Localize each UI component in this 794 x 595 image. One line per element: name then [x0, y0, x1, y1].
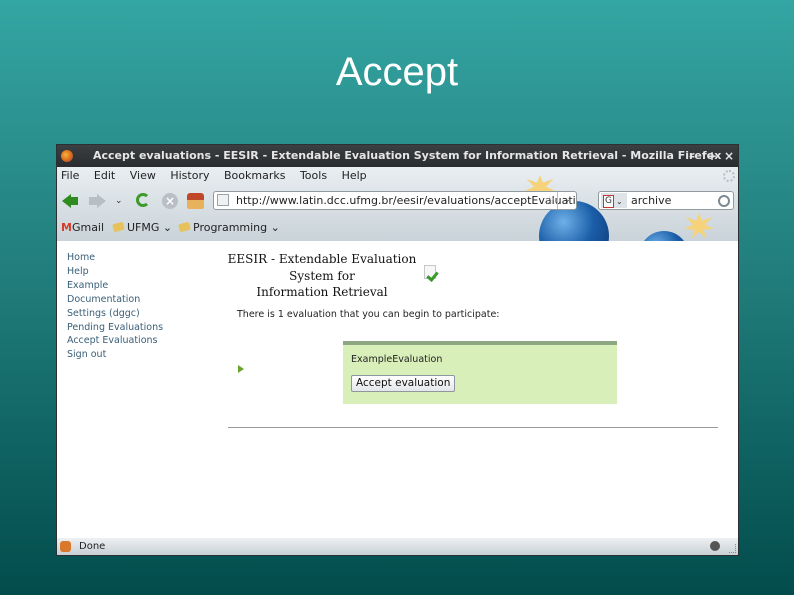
browser-chrome: File Edit View History Bookmarks Tools H…	[57, 167, 738, 241]
bookmark-star-icon[interactable]: ☆	[544, 192, 555, 209]
window-title: Accept evaluations - EESIR - Extendable …	[93, 149, 722, 162]
slide-title: Accept	[335, 50, 459, 94]
firefox-icon	[61, 150, 73, 162]
minimize-button[interactable]: –	[689, 145, 695, 167]
bookmark-folder-programming[interactable]: Programming ⌄	[178, 221, 280, 234]
status-bar: Done	[57, 538, 738, 555]
reload-icon	[136, 193, 150, 207]
gmail-icon: M	[61, 221, 72, 234]
resize-grip-icon[interactable]	[729, 544, 736, 553]
home-icon	[187, 193, 204, 209]
google-icon: G	[603, 195, 614, 208]
menu-bookmarks[interactable]: Bookmarks	[224, 169, 285, 182]
forward-arrow-icon	[97, 194, 106, 208]
firefox-globe-decoration-2	[639, 231, 689, 241]
page-content: Home Help Example Documentation Settings…	[57, 241, 738, 538]
nav-settings[interactable]: Settings (dggc)	[67, 307, 163, 321]
window-titlebar: Accept evaluations - EESIR - Extendable …	[57, 145, 738, 167]
home-button[interactable]	[187, 192, 205, 210]
nav-sign-out[interactable]: Sign out	[67, 348, 163, 362]
nav-pending-evaluations[interactable]: Pending Evaluations	[67, 321, 163, 335]
menu-file[interactable]: File	[61, 169, 79, 182]
url-input[interactable]: http://www.latin.dcc.ufmg.br/eesir/evalu…	[236, 192, 576, 209]
search-input[interactable]: archive	[631, 192, 671, 209]
document-check-icon	[424, 265, 436, 279]
folder-icon	[178, 221, 191, 233]
close-button[interactable]: ×	[724, 145, 734, 167]
bug-icon[interactable]	[710, 541, 720, 551]
side-navigation: Home Help Example Documentation Settings…	[67, 251, 163, 362]
search-bar[interactable]: G ⌄ archive	[598, 191, 734, 210]
navigation-toolbar: ⌄ × http://www.latin.dcc.ufmg.br/eesir/e…	[57, 189, 738, 213]
nav-example[interactable]: Example	[67, 279, 163, 293]
nav-help[interactable]: Help	[67, 265, 163, 279]
bookmark-label: Programming ⌄	[193, 221, 280, 234]
app-title-line: System for	[289, 268, 355, 283]
accept-evaluation-button[interactable]: Accept evaluation	[351, 375, 456, 392]
folder-icon	[112, 221, 125, 233]
reload-button[interactable]	[135, 192, 153, 210]
arrow-right-icon	[238, 365, 244, 373]
url-bar[interactable]: http://www.latin.dcc.ufmg.br/eesir/evalu…	[213, 191, 577, 210]
back-arrow-tail	[70, 197, 78, 205]
evaluation-card: ExampleEvaluation Accept evaluation	[343, 341, 617, 404]
menu-help[interactable]: Help	[342, 169, 367, 182]
nav-home[interactable]: Home	[67, 251, 163, 265]
menu-tools[interactable]: Tools	[300, 169, 327, 182]
app-title-line: Information Retrieval	[256, 285, 388, 299]
url-dropdown-button[interactable]: ⌄	[557, 192, 576, 209]
bookmark-label: UFMG ⌄	[127, 221, 173, 234]
forward-arrow-tail	[89, 197, 97, 205]
chevron-down-icon: ⌄	[616, 197, 623, 206]
divider	[228, 427, 718, 428]
stop-icon: ×	[162, 193, 178, 209]
app-title-line: EESIR - Extendable Evaluation	[227, 252, 417, 266]
evaluation-name: ExampleEvaluation	[351, 354, 443, 365]
nav-documentation[interactable]: Documentation	[67, 293, 163, 307]
stop-button[interactable]: ×	[161, 192, 179, 210]
throbber-icon	[723, 170, 735, 182]
status-text: Done	[79, 541, 106, 552]
bookmark-gmail[interactable]: MGmail	[61, 221, 104, 234]
nav-accept-evaluations[interactable]: Accept Evaluations	[67, 334, 163, 348]
bookmark-label: Gmail	[71, 221, 105, 234]
app-title: EESIR - Extendable Evaluation System for…	[227, 251, 417, 301]
menu-history[interactable]: History	[170, 169, 209, 182]
search-icon[interactable]	[718, 195, 730, 207]
intro-text: There is 1 evaluation that you can begin…	[237, 309, 500, 320]
menu-edit[interactable]: Edit	[94, 169, 115, 182]
browser-window: Accept evaluations - EESIR - Extendable …	[57, 145, 738, 555]
menubar: File Edit View History Bookmarks Tools H…	[61, 169, 378, 187]
burst-decoration-2	[684, 213, 714, 239]
bookmark-folder-ufmg[interactable]: UFMG ⌄	[112, 221, 173, 234]
history-dropdown[interactable]: ⌄	[115, 192, 133, 210]
forward-button[interactable]	[88, 192, 106, 210]
firebug-fox-icon[interactable]	[60, 541, 71, 552]
back-button[interactable]	[62, 192, 80, 210]
site-identity-icon[interactable]	[217, 194, 229, 206]
search-engine-button[interactable]: G ⌄	[601, 193, 627, 208]
menu-view[interactable]: View	[130, 169, 156, 182]
maximize-button[interactable]: +	[707, 145, 717, 167]
